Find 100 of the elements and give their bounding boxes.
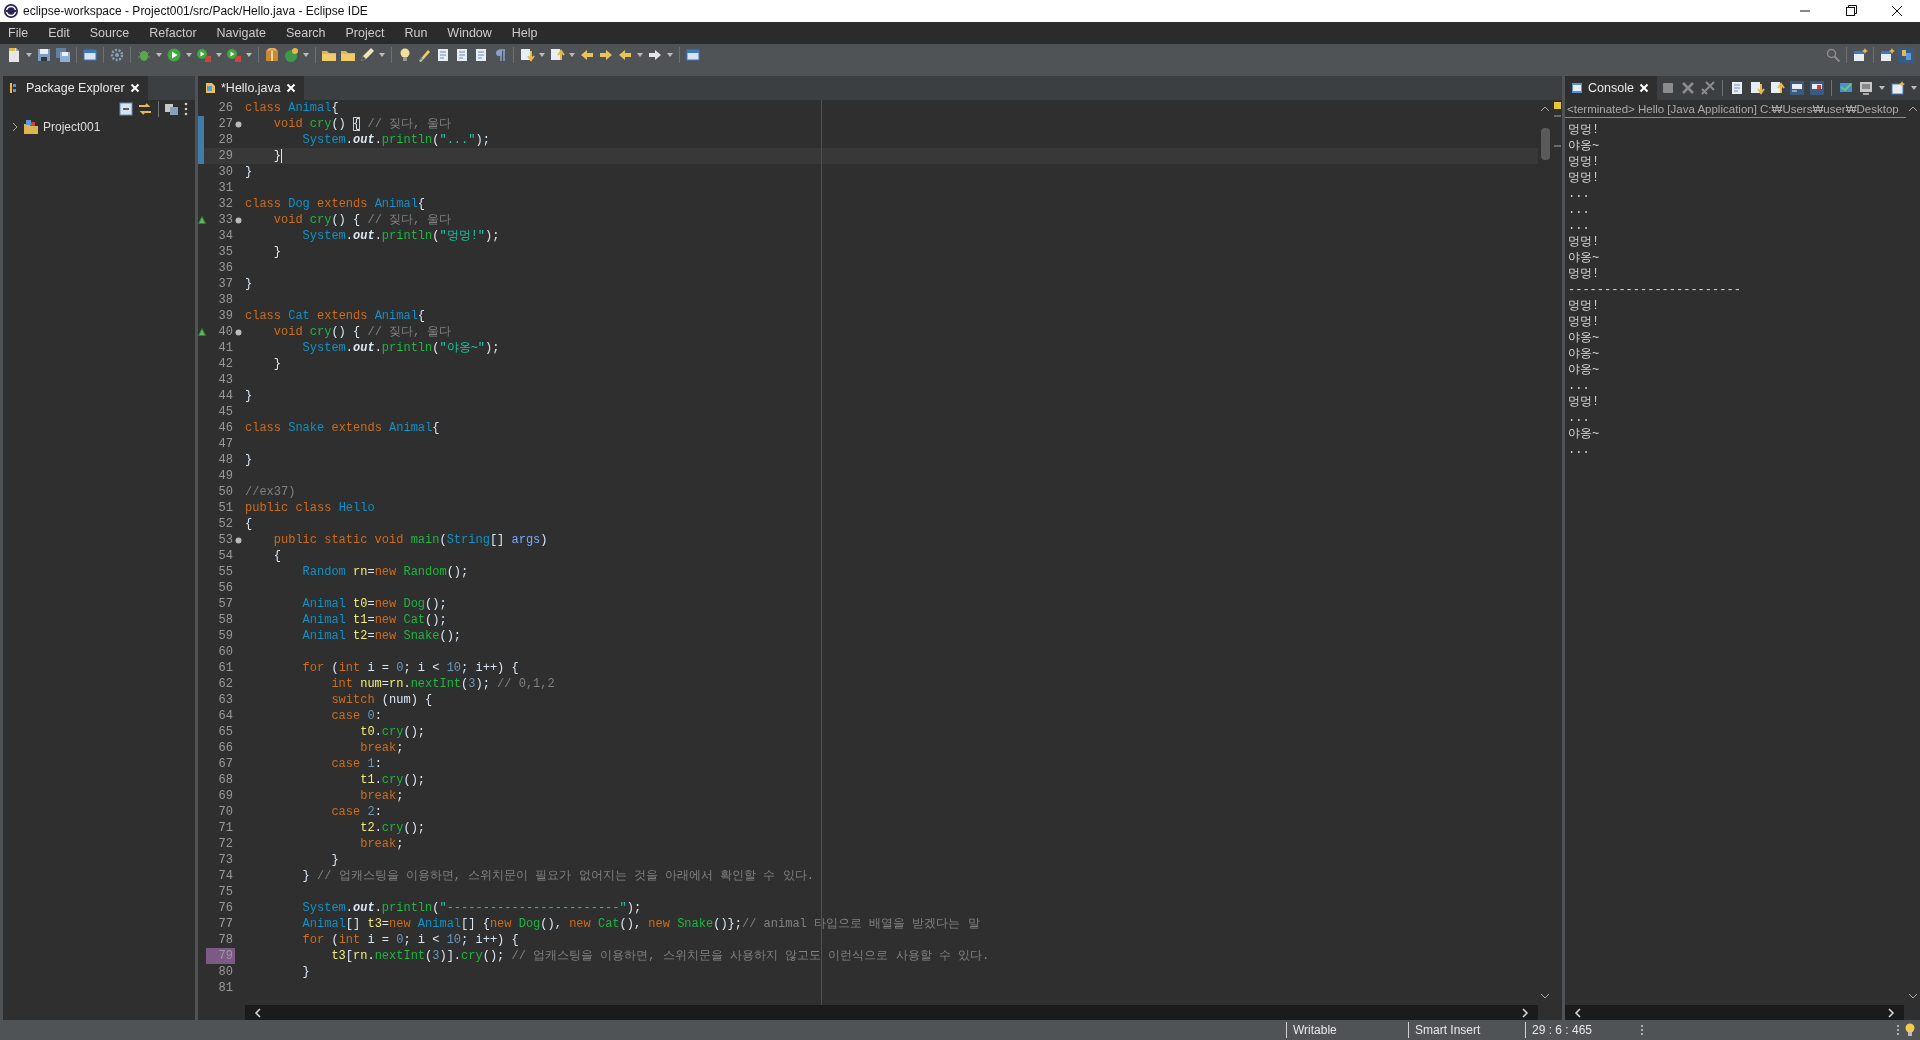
close-icon[interactable] xyxy=(1638,83,1649,93)
menu-item[interactable]: Refactor xyxy=(149,24,205,42)
document-icon[interactable] xyxy=(1729,80,1745,96)
link-icon[interactable] xyxy=(137,101,153,117)
triangle-icon[interactable] xyxy=(198,216,206,224)
chevron-left-icon[interactable] xyxy=(1573,1006,1583,1019)
line-number: 79 xyxy=(218,948,233,964)
console-line: ... xyxy=(1568,443,1590,457)
menu-item[interactable]: Run xyxy=(404,24,436,42)
overview-marker[interactable] xyxy=(1553,145,1561,147)
perspective-icon[interactable] xyxy=(1852,47,1868,63)
chevron-right-icon[interactable] xyxy=(1520,1006,1530,1019)
handle-icon[interactable] xyxy=(1896,1023,1900,1037)
line-number: 36 xyxy=(218,260,233,276)
code-line: } xyxy=(245,164,253,180)
code-line: public class Hello xyxy=(245,500,375,516)
line-number: 62 xyxy=(218,676,233,692)
chevron-left-icon[interactable] xyxy=(253,1006,263,1019)
window-icon[interactable] xyxy=(82,47,98,63)
menu-item[interactable]: File xyxy=(8,24,37,42)
new-window-icon[interactable] xyxy=(1890,80,1906,96)
console-line: ... xyxy=(1568,379,1590,393)
handle-icon[interactable] xyxy=(1640,1023,1644,1037)
code-line: void cry() { // 짖다, 울다 xyxy=(272,324,452,340)
fold-marker-icon[interactable] xyxy=(235,120,242,128)
close-icon[interactable] xyxy=(129,83,140,93)
warning-marker[interactable] xyxy=(1553,102,1561,109)
arrow-right-icon[interactable] xyxy=(598,47,614,63)
arrow-left-icon[interactable] xyxy=(579,47,595,63)
menu-item[interactable]: Help xyxy=(511,24,546,42)
chevron-right-icon[interactable] xyxy=(11,122,19,132)
annotation-up-icon[interactable] xyxy=(1769,80,1785,96)
run-tool-icon[interactable] xyxy=(196,47,212,63)
run-icon[interactable] xyxy=(166,47,182,63)
code-line: for (int i = 0; i < 10; i++) { xyxy=(301,932,519,948)
code-line: for (int i = 0; i < 10; i++) { xyxy=(301,660,519,676)
annotation-down-icon[interactable] xyxy=(1749,80,1765,96)
line-number: 75 xyxy=(218,884,233,900)
pen-icon[interactable] xyxy=(359,47,375,63)
document-icon[interactable] xyxy=(473,47,489,63)
line-number: 37 xyxy=(218,276,233,292)
java-perspective-icon[interactable] xyxy=(1898,47,1914,63)
gear-icon[interactable] xyxy=(109,47,125,63)
tab[interactable]: Console xyxy=(1565,76,1657,100)
lightbulb-icon[interactable] xyxy=(1904,1022,1916,1038)
stop-icon[interactable] xyxy=(1660,80,1676,96)
document-icon[interactable] xyxy=(435,47,451,63)
perspective-icon[interactable] xyxy=(1879,47,1895,63)
menu-item[interactable]: Project xyxy=(345,24,393,42)
filter-icon[interactable] xyxy=(164,101,180,117)
save-all-icon[interactable] xyxy=(55,47,71,63)
menu-item[interactable]: Window xyxy=(447,24,500,42)
line-number: 66 xyxy=(218,740,233,756)
chevron-up-icon[interactable] xyxy=(1539,104,1551,114)
display-icon[interactable] xyxy=(1858,80,1874,96)
annotation-up-icon[interactable] xyxy=(549,47,565,63)
collapse-all-icon[interactable] xyxy=(118,101,134,117)
more-icon[interactable] xyxy=(183,102,189,116)
tab[interactable]: *Hello.java xyxy=(198,76,304,100)
chevron-down-icon[interactable] xyxy=(1907,991,1919,1001)
tree-item[interactable]: Project001 xyxy=(3,118,101,136)
menu-item[interactable]: Search xyxy=(285,24,334,42)
close-icon[interactable] xyxy=(285,83,296,93)
chevron-down-icon[interactable] xyxy=(1539,991,1551,1001)
run-tool-icon[interactable] xyxy=(226,47,242,63)
remove-all-icon[interactable] xyxy=(1700,80,1716,96)
document-icon[interactable] xyxy=(454,47,470,63)
chevron-up-icon[interactable] xyxy=(1907,104,1919,114)
line-number: 68 xyxy=(218,772,233,788)
console-line: 멍멍! xyxy=(1568,171,1600,185)
annotation-down-icon[interactable] xyxy=(519,47,535,63)
menu-item[interactable]: Navigate xyxy=(216,24,274,42)
code-line: int num=rn.nextInt(3); // 0,1,2 xyxy=(330,676,555,692)
arrow-left-icon[interactable] xyxy=(617,47,633,63)
menu-item[interactable]: Edit xyxy=(48,24,78,42)
tab[interactable]: Package Explorer xyxy=(3,76,148,100)
triangle-icon[interactable] xyxy=(198,328,206,336)
fold-marker-icon[interactable] xyxy=(235,536,242,544)
line-number: 74 xyxy=(218,868,233,884)
class-icon[interactable] xyxy=(283,47,299,63)
scroll-thumb[interactable] xyxy=(1540,128,1550,160)
fold-marker-icon[interactable] xyxy=(235,216,242,224)
code-line: break; xyxy=(359,836,404,852)
remove-icon[interactable] xyxy=(1680,80,1696,96)
line-number: 43 xyxy=(218,372,233,388)
new-file-icon[interactable] xyxy=(6,47,22,63)
line-number: 33 xyxy=(218,212,233,228)
package-icon[interactable] xyxy=(264,47,280,63)
line-number: 45 xyxy=(218,404,233,420)
line-number: 57 xyxy=(218,596,233,612)
overview-marker[interactable] xyxy=(1553,115,1561,117)
chevron-right-icon[interactable] xyxy=(1886,1006,1896,1019)
code-line: { xyxy=(272,548,281,564)
brush-icon[interactable] xyxy=(416,47,432,63)
window-icon[interactable] xyxy=(685,47,701,63)
save-icon[interactable] xyxy=(36,47,52,63)
console-line: 야옹~ xyxy=(1568,331,1600,345)
menu-item[interactable]: Source xyxy=(89,24,138,42)
arrow-right-icon[interactable] xyxy=(647,47,663,63)
fold-marker-icon[interactable] xyxy=(235,328,242,336)
